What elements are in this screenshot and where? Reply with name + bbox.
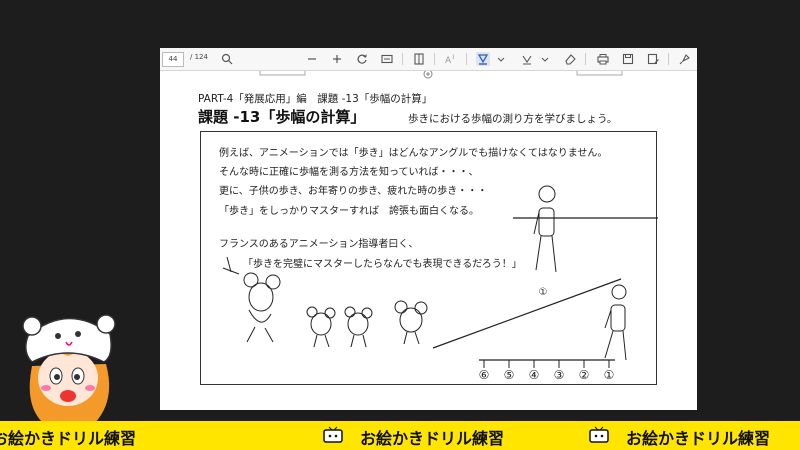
page-number-input[interactable]: 44 <box>162 52 184 67</box>
pdf-page: PART-4「発展応用」編 課題 -13「歩幅の計算」 課題 -13「歩幅の計算… <box>160 71 697 410</box>
highlight-icon[interactable] <box>476 52 490 66</box>
page-top-edge <box>259 71 623 79</box>
chapter-header: PART-4「発展応用」編 課題 -13「歩幅の計算」 <box>198 93 433 105</box>
ticker-text: お絵かきドリル練習 <box>0 429 137 448</box>
slope-mark-1: ① <box>539 287 548 298</box>
search-icon[interactable] <box>220 52 234 66</box>
chevron-down-icon[interactable] <box>494 52 508 66</box>
draw-icon[interactable] <box>520 52 534 66</box>
chevron-down-icon[interactable] <box>538 52 552 66</box>
read-aloud-icon[interactable]: A) <box>444 52 458 66</box>
mascot-avatar <box>22 314 116 424</box>
ruler-mark-1: ① <box>604 368 615 382</box>
tv-icon <box>323 426 343 443</box>
pdf-viewer: 44 / 124 A) PART-4「発展応用」編 課題 -13「歩幅の計算」 <box>160 48 697 410</box>
ruler-mark-4: ④ <box>529 368 540 382</box>
save-as-icon[interactable] <box>646 52 660 66</box>
zoom-in-icon[interactable] <box>330 52 344 66</box>
save-icon[interactable] <box>621 52 635 66</box>
page-title: 課題 -13「歩幅の計算」 <box>198 108 366 126</box>
zoom-out-icon[interactable] <box>305 52 319 66</box>
svg-text:): ) <box>452 54 454 61</box>
mouse-sketches <box>222 256 428 348</box>
page-subtitle: 歩きにおける歩幅の測り方を学びましょう。 <box>408 113 618 125</box>
page-total: / 124 <box>190 53 208 61</box>
rotate-icon[interactable] <box>355 52 369 66</box>
pin-icon[interactable] <box>678 52 692 66</box>
lesson-box: 例えば、アニメーションでは「歩き」はどんなアングルでも描けなくてはなりません。 … <box>200 131 658 385</box>
ruler-mark-3: ③ <box>554 368 565 382</box>
ruler-mark-6: ⑥ <box>479 368 490 382</box>
pdf-toolbar: 44 / 124 A) <box>160 48 697 71</box>
eraser-icon[interactable] <box>563 52 577 66</box>
ruler-mark-2: ② <box>579 368 590 382</box>
page-view-icon[interactable] <box>412 52 426 66</box>
ticker-text: お絵かきドリル練習 <box>360 429 505 448</box>
walking-diagram: ⑥ ⑤ ④ ③ ② ① ① <box>222 185 658 382</box>
ticker-text: お絵かきドリル練習 <box>626 429 771 448</box>
svg-text:A: A <box>445 56 452 66</box>
tv-icon <box>589 426 609 443</box>
ruler-mark-5: ⑤ <box>504 368 515 382</box>
fit-page-icon[interactable] <box>380 52 394 66</box>
print-icon[interactable] <box>596 52 610 66</box>
bottom-ticker: お絵かきドリル練習 お絵かきドリル練習 お絵かきドリル練習 <box>0 421 800 450</box>
